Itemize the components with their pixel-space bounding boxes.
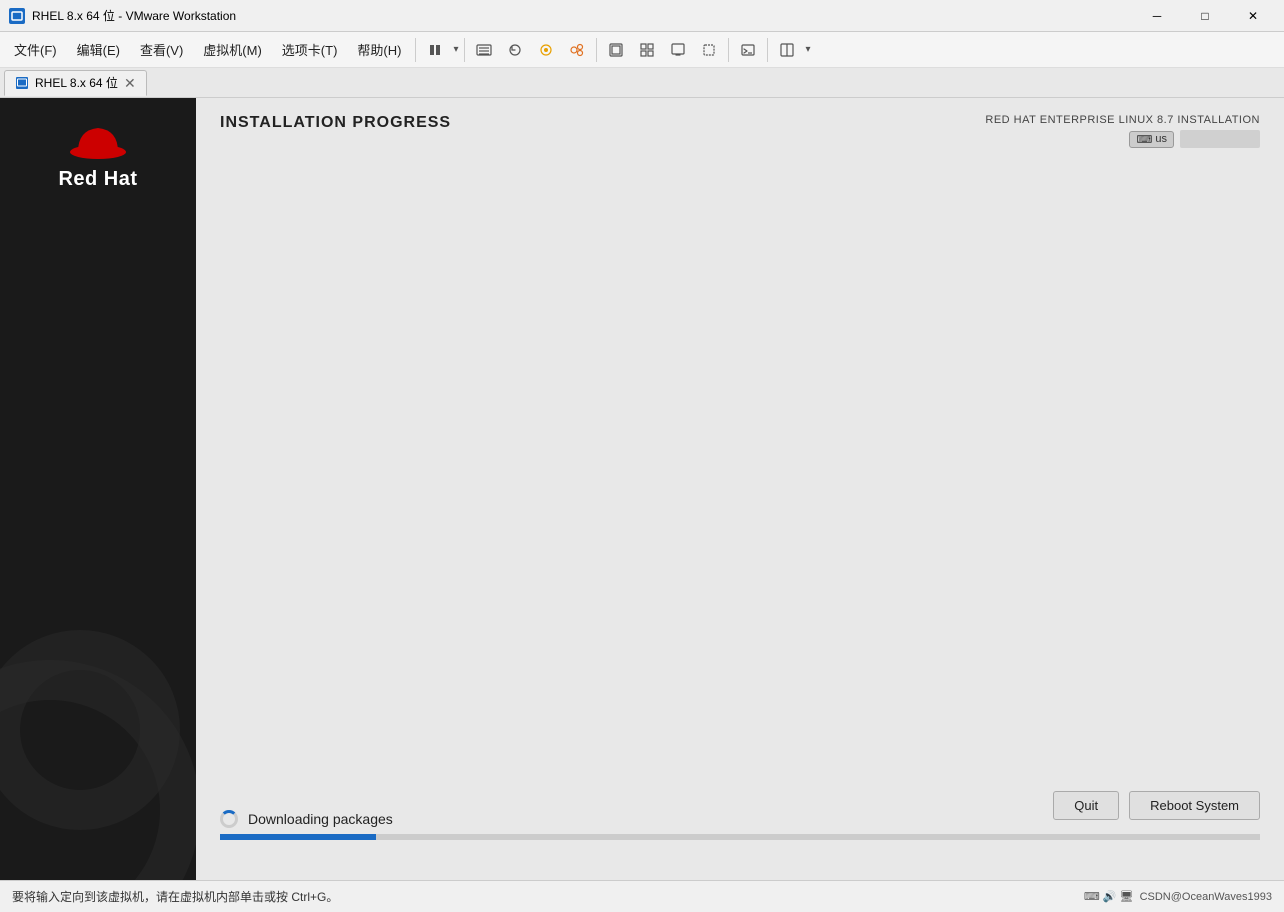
main-area: Red Hat INSTALLATION PROGRESS RED HAT EN… <box>0 98 1284 880</box>
status-right-text: CSDN@OceanWaves1993 <box>1140 891 1272 903</box>
loading-spinner <box>220 810 238 828</box>
install-title-area: INSTALLATION PROGRESS <box>220 114 451 132</box>
keyboard-indicator: ⌨ us <box>985 130 1260 148</box>
status-left-text: 要将输入定向到该虚拟机，请在虚拟机内部单击或按 Ctrl+G。 <box>12 888 338 905</box>
menu-bar: 文件(F) 编辑(E) 查看(V) 虚拟机(M) 选项卡(T) 帮助(H) ▾ <box>0 32 1284 68</box>
progress-status-text: Downloading packages <box>248 811 393 827</box>
status-bar: 要将输入定向到该虚拟机，请在虚拟机内部单击或按 Ctrl+G。 ⌨ 🔊 🖥 CS… <box>0 880 1284 912</box>
toolbar-group-vm <box>469 35 592 65</box>
window-controls: ─ □ ✕ <box>1134 0 1276 32</box>
restore-button[interactable]: □ <box>1182 0 1228 32</box>
menu-file[interactable]: 文件(F) <box>4 32 67 67</box>
status-right-area: ⌨ 🔊 🖥 CSDN@OceanWaves1993 <box>1084 890 1272 903</box>
toolbar-group-display <box>601 35 724 65</box>
keyboard-bar <box>1180 130 1260 148</box>
sidebar-brand-name: Red Hat <box>58 168 137 191</box>
window-title: RHEL 8.x 64 位 - VMware Workstation <box>32 7 1134 24</box>
tab-close-button[interactable]: ✕ <box>124 76 136 90</box>
pause-button[interactable] <box>420 35 450 65</box>
send-ctrlaltdel-button[interactable] <box>469 35 499 65</box>
redhat-logo-icon <box>68 118 128 160</box>
menu-help[interactable]: 帮助(H) <box>347 32 411 67</box>
unity-button[interactable] <box>632 35 662 65</box>
status-icons: ⌨ 🔊 🖥 <box>1084 890 1134 903</box>
app-icon <box>8 7 26 25</box>
install-subtitle-text: RED HAT ENTERPRISE LINUX 8.7 INSTALLATIO… <box>985 114 1260 126</box>
toolbar-group-view2: ▾ <box>772 35 812 65</box>
toolbar-sep-3 <box>596 38 597 62</box>
bottom-buttons: Quit Reboot System <box>1053 791 1260 820</box>
install-subtitle-area: RED HAT ENTERPRISE LINUX 8.7 INSTALLATIO… <box>985 114 1260 148</box>
keyboard-icon: ⌨ <box>1136 133 1152 146</box>
menu-view[interactable]: 查看(V) <box>130 32 193 67</box>
menu-edit[interactable]: 编辑(E) <box>67 32 130 67</box>
toolbar-separator <box>415 38 416 62</box>
tab-bar: RHEL 8.x 64 位 ✕ <box>0 68 1284 98</box>
tab-label: RHEL 8.x 64 位 <box>35 74 118 91</box>
toolbar-group-terminal <box>733 35 763 65</box>
toolbar-sep-2 <box>464 38 465 62</box>
snapshot-button[interactable] <box>531 35 561 65</box>
view-dropdown-2[interactable]: ▾ <box>803 42 812 57</box>
menu-vm[interactable]: 虚拟机(M) <box>193 32 272 67</box>
quit-button[interactable]: Quit <box>1053 791 1119 820</box>
progress-bar-container <box>220 834 1260 840</box>
title-bar: RHEL 8.x 64 位 - VMware Workstation ─ □ ✕ <box>0 0 1284 32</box>
install-header: INSTALLATION PROGRESS RED HAT ENTERPRISE… <box>196 98 1284 156</box>
keyboard-badge[interactable]: ⌨ us <box>1129 131 1174 148</box>
minimize-button[interactable]: ─ <box>1134 0 1180 32</box>
close-button[interactable]: ✕ <box>1230 0 1276 32</box>
tab-rhel[interactable]: RHEL 8.x 64 位 ✕ <box>4 70 147 96</box>
menu-tab[interactable]: 选项卡(T) <box>272 32 348 67</box>
reboot-button[interactable]: Reboot System <box>1129 791 1260 820</box>
snapshot-manager-button[interactable] <box>562 35 592 65</box>
toolbar-sep-5 <box>767 38 768 62</box>
terminal-button[interactable] <box>733 35 763 65</box>
progress-bar-fill <box>220 834 376 840</box>
toolbar-group-pause: ▾ <box>420 35 460 65</box>
fullscreen-button[interactable] <box>601 35 631 65</box>
progress-area: Downloading packages <box>196 156 1284 880</box>
vm-tab-icon <box>15 76 29 90</box>
sidebar-logo: Red Hat <box>58 118 137 191</box>
autofit-button[interactable] <box>663 35 693 65</box>
toolbar-sep-4 <box>728 38 729 62</box>
revert-snapshot-button[interactable] <box>500 35 530 65</box>
keyboard-lang: us <box>1155 133 1167 145</box>
content-panel: INSTALLATION PROGRESS RED HAT ENTERPRISE… <box>196 98 1284 880</box>
grab-input-button[interactable] <box>694 35 724 65</box>
sidebar: Red Hat <box>0 98 196 880</box>
pause-dropdown[interactable]: ▾ <box>451 42 460 57</box>
view-button-2[interactable] <box>772 35 802 65</box>
install-title: INSTALLATION PROGRESS <box>220 114 451 131</box>
